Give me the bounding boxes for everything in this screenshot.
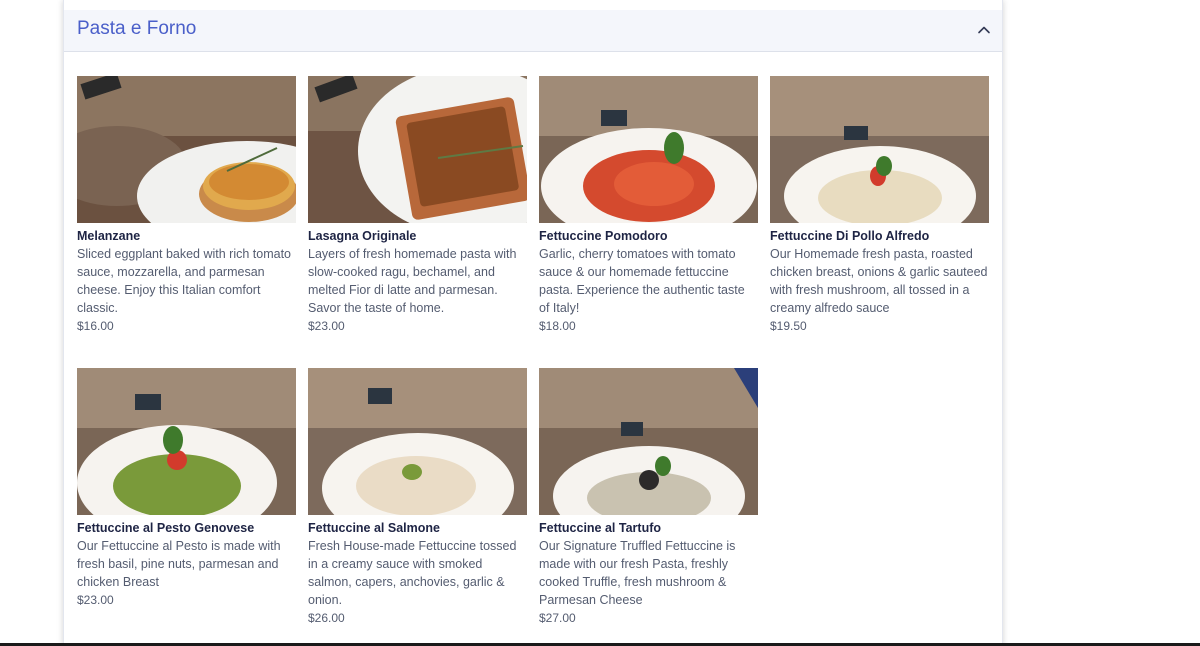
menu-item-lasagna-originale[interactable]: Lasagna Originale Layers of fresh homema… (308, 76, 527, 334)
section-header[interactable]: Pasta e Forno (64, 10, 1002, 52)
dish-photo[interactable] (308, 76, 527, 223)
dish-photo[interactable] (770, 76, 989, 223)
item-description: Sliced eggplant baked with rich tomato s… (77, 247, 292, 315)
dish-photo[interactable] (539, 76, 758, 223)
menu-item-fettuccine-al-pesto-genovese[interactable]: Fettuccine al Pesto Genovese Our Fettucc… (77, 368, 296, 608)
chevron-up-icon[interactable] (976, 22, 992, 38)
item-price: $23.00 (308, 319, 345, 333)
menu-item-fettuccine-al-salmone[interactable]: Fettuccine al Salmone Fresh House-made F… (308, 368, 527, 626)
item-name[interactable]: Fettuccine Pomodoro (539, 229, 758, 244)
menu-section-panel: Pasta e Forno Melanzane Sliced eggplant … (63, 0, 1003, 646)
dish-photo[interactable] (77, 76, 296, 223)
item-price: $19.50 (770, 319, 807, 333)
item-description: Our Homemade fresh pasta, roasted chicke… (770, 247, 988, 315)
item-description: Our Signature Truffled Fettuccine is mad… (539, 539, 736, 607)
section-title: Pasta e Forno (77, 18, 197, 39)
item-price: $27.00 (539, 611, 576, 625)
item-name[interactable]: Lasagna Originale (308, 229, 527, 244)
dish-photo[interactable] (308, 368, 527, 515)
item-name[interactable]: Fettuccine al Pesto Genovese (77, 521, 296, 536)
item-name[interactable]: Fettuccine Di Pollo Alfredo (770, 229, 989, 244)
item-name[interactable]: Fettuccine al Tartufo (539, 521, 758, 536)
item-name[interactable]: Melanzane (77, 229, 296, 244)
item-description: Layers of fresh homemade pasta with slow… (308, 247, 517, 315)
menu-item-fettuccine-pomodoro[interactable]: Fettuccine Pomodoro Garlic, cherry tomat… (539, 76, 758, 334)
item-price: $26.00 (308, 611, 345, 625)
item-price: $23.00 (77, 593, 114, 607)
menu-item-fettuccine-al-tartufo[interactable]: Fettuccine al Tartufo Our Signature Truf… (539, 368, 758, 626)
item-price: $16.00 (77, 319, 114, 333)
dish-photo[interactable] (77, 368, 296, 515)
item-name[interactable]: Fettuccine al Salmone (308, 521, 527, 536)
menu-item-fettuccine-di-pollo-alfredo[interactable]: Fettuccine Di Pollo Alfredo Our Homemade… (770, 76, 989, 334)
item-description: Fresh House-made Fettuccine tossed in a … (308, 539, 517, 607)
menu-item-melanzane[interactable]: Melanzane Sliced eggplant baked with ric… (77, 76, 296, 334)
item-description: Garlic, cherry tomatoes with tomato sauc… (539, 247, 745, 315)
item-price: $18.00 (539, 319, 576, 333)
dish-photo[interactable] (539, 368, 758, 515)
item-description: Our Fettuccine al Pesto is made with fre… (77, 539, 281, 589)
